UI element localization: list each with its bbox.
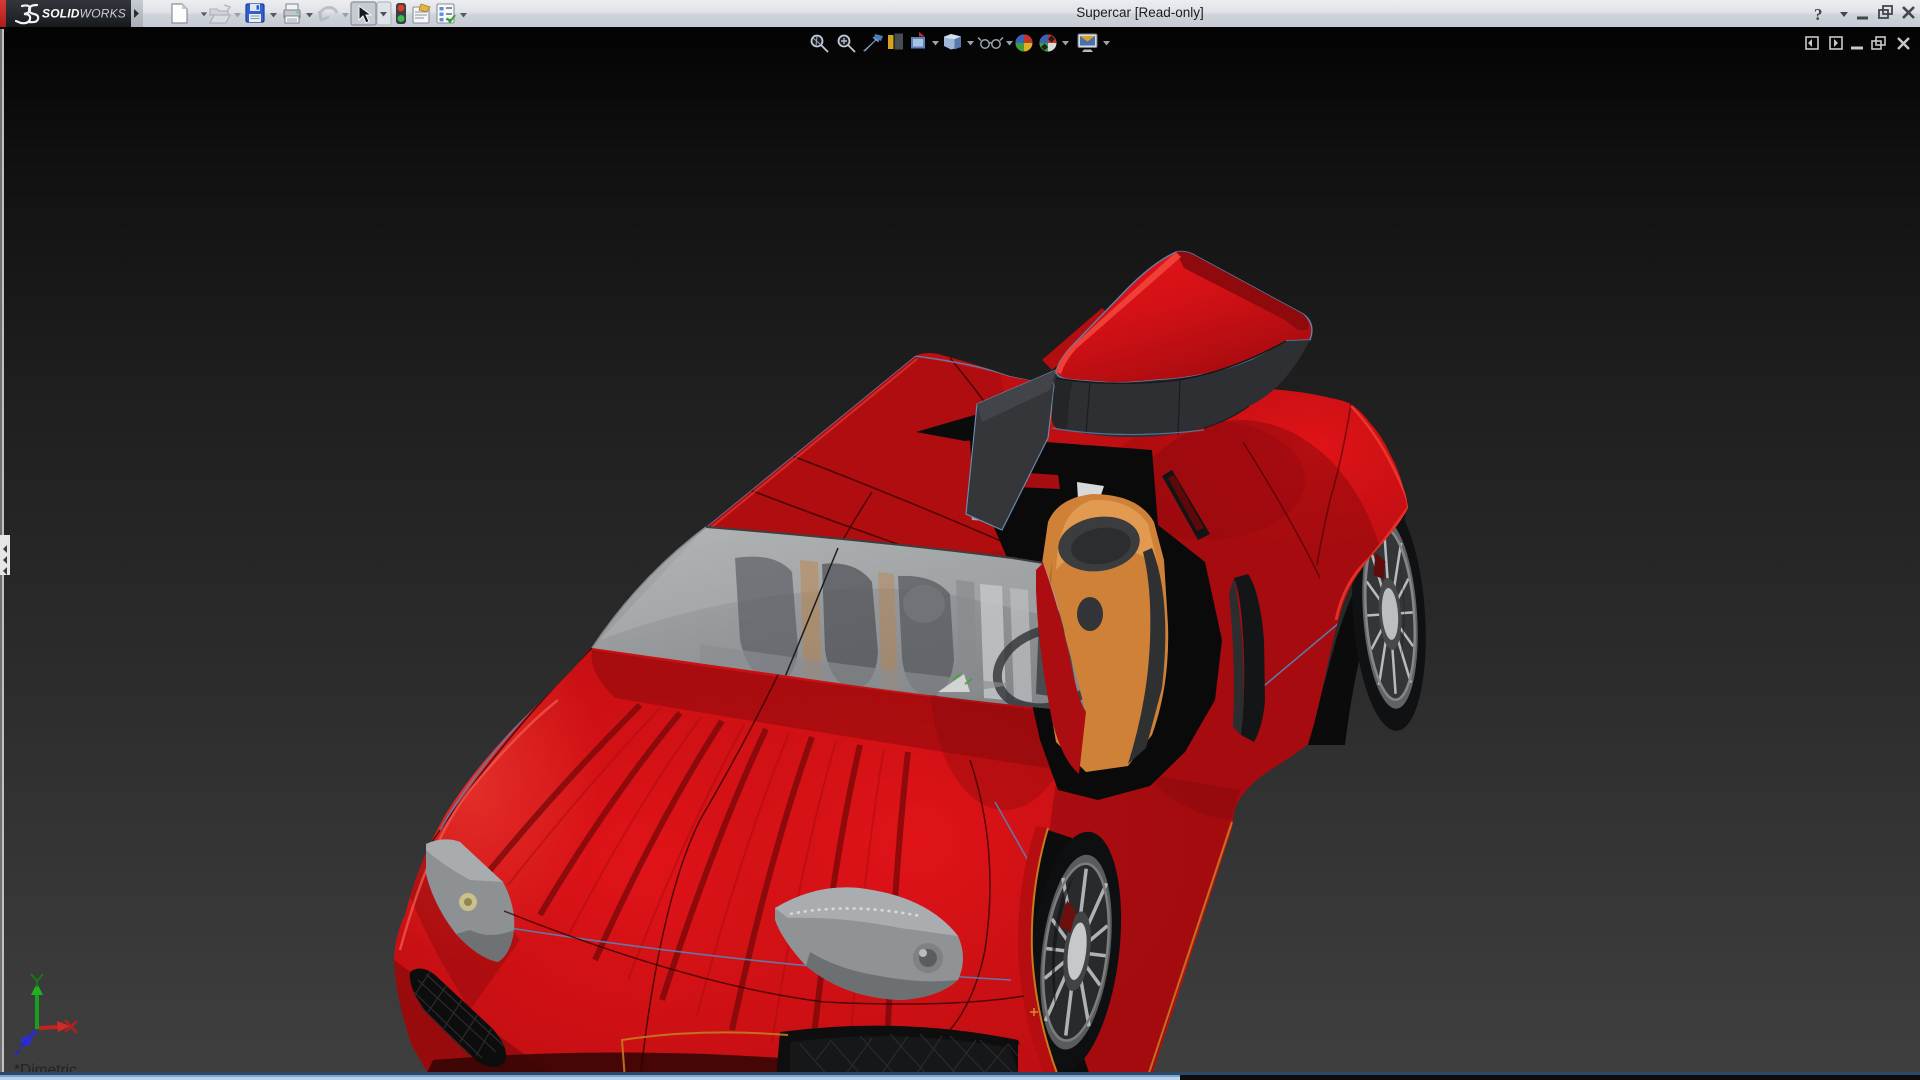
svg-text:?: ? <box>1814 5 1823 24</box>
svg-text:SOLIDWORKS: SOLIDWORKS <box>42 7 126 21</box>
